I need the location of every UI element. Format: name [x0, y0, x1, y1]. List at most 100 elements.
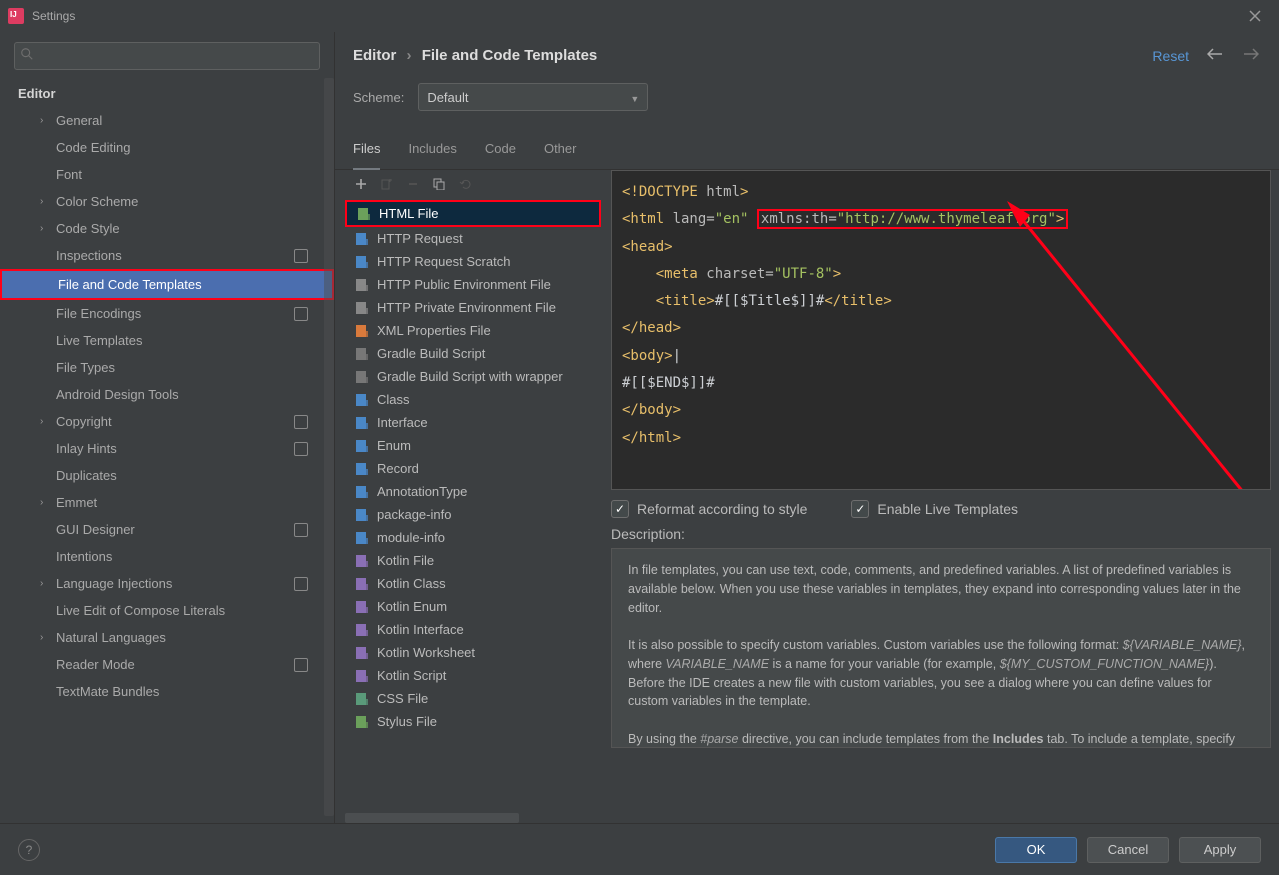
tab[interactable]: Code — [485, 131, 516, 169]
file-template-item[interactable]: Kotlin Script — [345, 664, 601, 687]
file-template-item[interactable]: Kotlin Enum — [345, 595, 601, 618]
sidebar-item[interactable]: File Encodings — [0, 300, 334, 327]
sidebar-item[interactable]: TextMate Bundles — [0, 678, 334, 705]
file-template-item[interactable]: Record — [345, 457, 601, 480]
sidebar-item-label: Android Design Tools — [56, 387, 179, 402]
file-template-label: Class — [377, 392, 410, 407]
tab[interactable]: Files — [353, 131, 380, 170]
reset-link[interactable]: Reset — [1152, 48, 1189, 64]
create-from-template-button[interactable] — [381, 178, 393, 193]
file-template-item[interactable]: Gradle Build Script — [345, 342, 601, 365]
check-icon: ✓ — [611, 500, 629, 518]
file-template-item[interactable]: package-info — [345, 503, 601, 526]
sidebar-scrollbar[interactable] — [324, 78, 334, 816]
file-template-item[interactable]: AnnotationType — [345, 480, 601, 503]
description-para: In file templates, you can use text, cod… — [628, 561, 1254, 617]
sidebar-item[interactable]: Font — [0, 161, 334, 188]
sidebar-item-label: File Encodings — [56, 306, 141, 321]
project-badge-icon — [294, 415, 308, 429]
search-input[interactable] — [14, 42, 320, 70]
sidebar-item[interactable]: Reader Mode — [0, 651, 334, 678]
file-type-icon — [355, 646, 369, 660]
sidebar-item[interactable]: Duplicates — [0, 462, 334, 489]
chevron-right-icon: › — [40, 497, 43, 508]
file-template-item[interactable]: HTTP Public Environment File — [345, 273, 601, 296]
file-template-item[interactable]: Interface — [345, 411, 601, 434]
sidebar-item[interactable]: ›Language Injections — [0, 570, 334, 597]
sidebar-item-label: Font — [56, 167, 82, 182]
file-template-label: Kotlin Enum — [377, 599, 447, 614]
description-label: Description: — [611, 526, 1271, 548]
project-badge-icon — [294, 523, 308, 537]
ok-button[interactable]: OK — [995, 837, 1077, 863]
file-template-item[interactable]: Kotlin Interface — [345, 618, 601, 641]
remove-template-button[interactable] — [407, 178, 419, 193]
file-type-icon — [355, 324, 369, 338]
help-button[interactable]: ? — [18, 839, 40, 861]
file-template-item[interactable]: HTTP Request — [345, 227, 601, 250]
tab[interactable]: Includes — [408, 131, 456, 169]
sidebar-item[interactable]: ›Code Style — [0, 215, 334, 242]
back-button[interactable] — [1205, 46, 1225, 65]
sidebar-item[interactable]: GUI Designer — [0, 516, 334, 543]
file-template-label: Stylus File — [377, 714, 437, 729]
sidebar-item[interactable]: ›General — [0, 107, 334, 134]
file-template-label: AnnotationType — [377, 484, 467, 499]
sidebar-item[interactable]: Live Templates — [0, 327, 334, 354]
file-template-item[interactable]: HTML File — [345, 200, 601, 227]
sidebar-item[interactable]: File and Code Templates — [0, 269, 334, 300]
file-template-item[interactable]: XML Properties File — [345, 319, 601, 342]
cancel-button[interactable]: Cancel — [1087, 837, 1169, 863]
file-template-item[interactable]: HTTP Private Environment File — [345, 296, 601, 319]
sidebar-item-label: Intentions — [56, 549, 112, 564]
template-editor[interactable]: <!DOCTYPE html><html lang="en" xmlns:th=… — [611, 170, 1271, 490]
file-template-item[interactable]: Class — [345, 388, 601, 411]
reformat-checkbox[interactable]: ✓ Reformat according to style — [611, 500, 807, 518]
description-para: It is also possible to specify custom va… — [628, 636, 1254, 711]
add-template-button[interactable] — [355, 178, 367, 193]
copy-template-button[interactable] — [433, 178, 445, 193]
file-template-item[interactable]: HTTP Request Scratch — [345, 250, 601, 273]
close-button[interactable] — [1239, 4, 1271, 28]
file-template-item[interactable]: Gradle Build Script with wrapper — [345, 365, 601, 388]
file-template-item[interactable]: Kotlin Class — [345, 572, 601, 595]
tree-header-editor[interactable]: Editor — [0, 80, 334, 107]
tab[interactable]: Other — [544, 131, 577, 169]
check-icon: ✓ — [851, 500, 869, 518]
live-templates-label: Enable Live Templates — [877, 501, 1018, 517]
reset-template-button[interactable] — [459, 178, 471, 193]
file-template-item[interactable]: CSS File — [345, 687, 601, 710]
forward-button[interactable] — [1241, 46, 1261, 65]
file-type-icon — [355, 439, 369, 453]
sidebar-item[interactable]: ›Copyright — [0, 408, 334, 435]
file-template-item[interactable]: Enum — [345, 434, 601, 457]
file-template-label: Kotlin Interface — [377, 622, 464, 637]
sidebar-item-label: Live Templates — [56, 333, 142, 348]
file-template-item[interactable]: module-info — [345, 526, 601, 549]
sidebar-item[interactable]: Intentions — [0, 543, 334, 570]
apply-button[interactable]: Apply — [1179, 837, 1261, 863]
file-type-icon — [355, 485, 369, 499]
file-template-label: Interface — [377, 415, 428, 430]
sidebar-item[interactable]: Inspections — [0, 242, 334, 269]
chevron-right-icon: › — [40, 196, 43, 207]
sidebar-item-label: TextMate Bundles — [56, 684, 159, 699]
file-list-scrollbar[interactable] — [345, 813, 519, 823]
file-template-item[interactable]: Stylus File — [345, 710, 601, 733]
sidebar-item[interactable]: ›Emmet — [0, 489, 334, 516]
breadcrumb-root[interactable]: Editor — [353, 47, 396, 64]
sidebar-item[interactable]: Live Edit of Compose Literals — [0, 597, 334, 624]
sidebar-item[interactable]: ›Color Scheme — [0, 188, 334, 215]
scheme-select[interactable]: Default ▼ — [418, 83, 648, 111]
sidebar-item[interactable]: ›Natural Languages — [0, 624, 334, 651]
description-box[interactable]: In file templates, you can use text, cod… — [611, 548, 1271, 748]
file-template-label: HTML File — [379, 206, 438, 221]
live-templates-checkbox[interactable]: ✓ Enable Live Templates — [851, 500, 1018, 518]
sidebar-item[interactable]: Inlay Hints — [0, 435, 334, 462]
sidebar-item[interactable]: File Types — [0, 354, 334, 381]
plus-icon — [355, 178, 367, 190]
file-template-item[interactable]: Kotlin Worksheet — [345, 641, 601, 664]
sidebar-item[interactable]: Code Editing — [0, 134, 334, 161]
sidebar-item[interactable]: Android Design Tools — [0, 381, 334, 408]
file-template-item[interactable]: Kotlin File — [345, 549, 601, 572]
